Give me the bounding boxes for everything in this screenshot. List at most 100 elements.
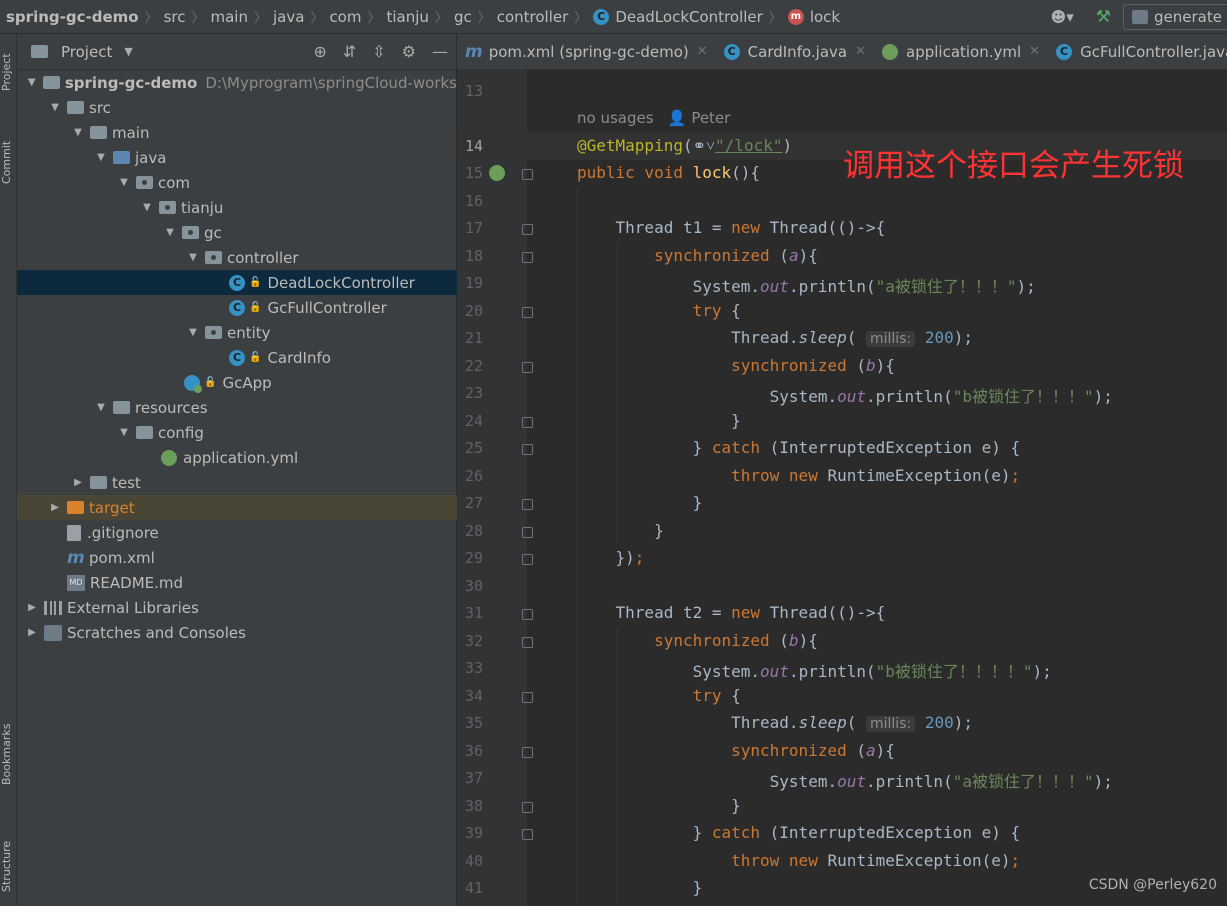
root-path: D:\Myprogram\springCloud-works — [205, 73, 457, 92]
tree-node-external-libraries[interactable]: ▶ External Libraries — [17, 595, 457, 620]
tree-node-resources[interactable]: ▼ resources — [17, 395, 457, 420]
breadcrumb-gc[interactable]: gc — [454, 8, 472, 26]
fold-icon[interactable] — [522, 417, 533, 428]
breadcrumb-main[interactable]: main — [210, 8, 247, 26]
chevron-down-icon[interactable]: ▼ — [124, 45, 132, 58]
print-b-string: "b被锁住了！！！" — [952, 387, 1094, 406]
tree-node-cardinfo[interactable]: C 🔓 CardInfo — [17, 345, 457, 370]
tool-tab-bookmarks[interactable]: Bookmarks — [0, 714, 17, 794]
breadcrumb-project[interactable]: spring-gc-demo — [6, 8, 139, 26]
tree-node-target[interactable]: ▶ target — [17, 495, 457, 520]
locate-icon[interactable]: ⊕ — [313, 42, 326, 61]
line-number: 39 — [464, 824, 483, 842]
build-hammer-icon[interactable]: ⚒ — [1096, 7, 1111, 27]
close-icon[interactable]: ✕ — [697, 44, 708, 59]
fold-icon[interactable] — [522, 609, 533, 620]
tree-node-gcfullcontroller[interactable]: C 🔓 GcFullController — [17, 295, 457, 320]
minimize-icon[interactable]: — — [432, 42, 448, 61]
tab-pom-xml[interactable]: m pom.xml (spring-gc-demo) ✕ — [457, 34, 716, 69]
chevron-right-icon[interactable]: ▶ — [25, 602, 39, 613]
tree-node-gc[interactable]: ▼ gc — [17, 220, 457, 245]
chevron-down-icon[interactable]: ▼ — [117, 427, 131, 438]
chevron-down-icon[interactable]: ▼ — [117, 177, 131, 188]
fold-icon[interactable] — [522, 362, 533, 373]
tree-node-application-yml[interactable]: application.yml — [17, 445, 457, 470]
fold-icon[interactable] — [522, 169, 533, 180]
tool-tab-structure[interactable]: Structure — [0, 834, 17, 898]
tree-node-entity[interactable]: ▼ entity — [17, 320, 457, 345]
fold-icon[interactable] — [522, 499, 533, 510]
breadcrumb-tianju[interactable]: tianju — [387, 8, 429, 26]
fold-icon[interactable] — [522, 829, 533, 840]
author-hint[interactable]: Peter — [691, 109, 730, 127]
tree-node-test[interactable]: ▶ test — [17, 470, 457, 495]
code-line-17: Thread t1 = new Thread(()->{ — [577, 218, 886, 237]
tree-label: src — [89, 98, 111, 117]
spring-config-icon — [161, 449, 177, 466]
tree-label: External Libraries — [67, 598, 199, 617]
tool-tab-commit[interactable]: Commit — [0, 134, 17, 190]
chevron-down-icon[interactable]: ▼ — [94, 402, 108, 413]
line-number: 31 — [464, 604, 483, 622]
tree-node-gcapp[interactable]: 🔓 GcApp — [17, 370, 457, 395]
chevron-down-icon[interactable]: ▼ — [48, 102, 62, 113]
breadcrumb-controller[interactable]: controller — [497, 8, 569, 26]
globe-icon[interactable]: ⚭˅ — [693, 136, 715, 155]
project-panel-title[interactable]: Project — [61, 43, 112, 61]
tree-label: GcFullController — [267, 298, 387, 317]
collapse-all-icon[interactable]: ⇳ — [372, 42, 385, 61]
gear-icon[interactable]: ⚙ — [402, 42, 416, 61]
chevron-right-icon[interactable]: ▶ — [48, 502, 62, 513]
fold-icon[interactable] — [522, 252, 533, 263]
tab-cardinfo[interactable]: C CardInfo.java ✕ — [716, 34, 874, 69]
close-icon[interactable]: ✕ — [1029, 44, 1040, 59]
tree-node-main[interactable]: ▼ main — [17, 120, 457, 145]
usages-hint[interactable]: no usages — [577, 109, 654, 127]
run-config-selector[interactable]: generate — [1123, 4, 1227, 30]
tree-node-pom[interactable]: m pom.xml — [17, 545, 457, 570]
fold-icon[interactable] — [522, 307, 533, 318]
fold-icon[interactable] — [522, 527, 533, 538]
chevron-down-icon[interactable]: ▼ — [140, 202, 154, 213]
tree-node-deadlockcontroller[interactable]: C 🔓 DeadLockController — [17, 270, 457, 295]
tree-node-java[interactable]: ▼ java — [17, 145, 457, 170]
breadcrumb-src[interactable]: src — [164, 8, 186, 26]
breadcrumb-com[interactable]: com — [329, 8, 361, 26]
tab-gcfullcontroller[interactable]: C GcFullController.java — [1048, 34, 1227, 69]
close-icon[interactable]: ✕ — [855, 44, 866, 59]
fold-icon[interactable] — [522, 224, 533, 235]
fold-icon[interactable] — [522, 444, 533, 455]
run-endpoint-icon[interactable] — [489, 165, 505, 181]
expand-all-icon[interactable]: ⇵ — [343, 42, 356, 61]
user-icon[interactable]: ☻▾ — [1051, 8, 1074, 26]
tool-tab-project[interactable]: Project — [0, 44, 17, 100]
chevron-down-icon[interactable]: ▼ — [25, 77, 38, 88]
tree-node-controller[interactable]: ▼ controller — [17, 245, 457, 270]
tree-node-com[interactable]: ▼ com — [17, 170, 457, 195]
chevron-right-icon[interactable]: ▶ — [25, 627, 39, 638]
tab-application-yml[interactable]: application.yml ✕ — [874, 34, 1048, 69]
breadcrumb-class[interactable]: DeadLockController — [615, 8, 762, 26]
line-number: 24 — [464, 412, 483, 430]
chevron-down-icon[interactable]: ▼ — [186, 252, 200, 263]
fold-icon[interactable] — [522, 747, 533, 758]
module-folder-icon — [43, 76, 60, 89]
tree-node-src[interactable]: ▼ src — [17, 95, 457, 120]
tree-node-readme[interactable]: MD README.md — [17, 570, 457, 595]
tree-node-root[interactable]: ▼ spring-gc-demo D:\Myprogram\springCloud… — [17, 70, 457, 95]
fold-icon[interactable] — [522, 802, 533, 813]
chevron-right-icon[interactable]: ▶ — [71, 477, 85, 488]
tree-node-config[interactable]: ▼ config — [17, 420, 457, 445]
breadcrumb-method[interactable]: lock — [810, 8, 840, 26]
tree-node-scratches[interactable]: ▶ Scratches and Consoles — [17, 620, 457, 645]
tree-node-gitignore[interactable]: .gitignore — [17, 520, 457, 545]
tree-node-tianju[interactable]: ▼ tianju — [17, 195, 457, 220]
fold-icon[interactable] — [522, 637, 533, 648]
fold-icon[interactable] — [522, 554, 533, 565]
chevron-down-icon[interactable]: ▼ — [71, 127, 85, 138]
chevron-down-icon[interactable]: ▼ — [94, 152, 108, 163]
breadcrumb-java[interactable]: java — [273, 8, 304, 26]
chevron-down-icon[interactable]: ▼ — [186, 327, 200, 338]
chevron-down-icon[interactable]: ▼ — [163, 227, 177, 238]
fold-icon[interactable] — [522, 692, 533, 703]
